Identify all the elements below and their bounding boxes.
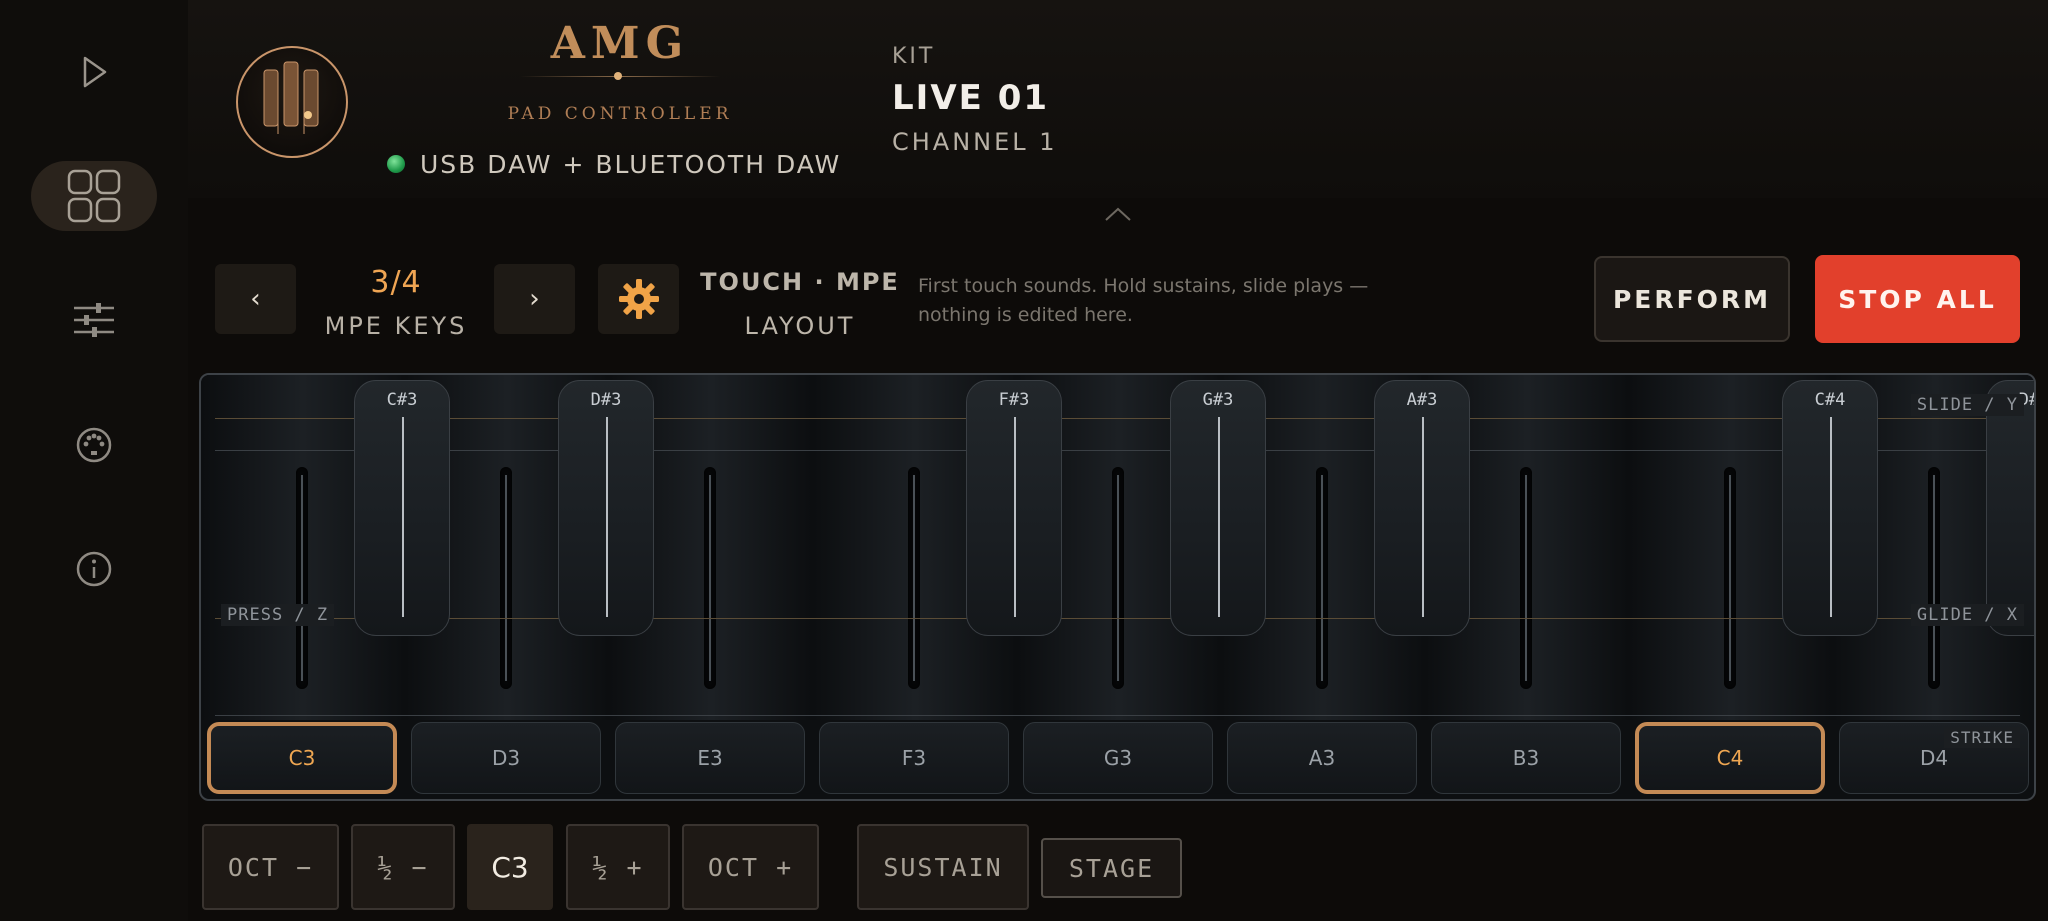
page-indicator: 3/4 <box>370 265 422 300</box>
black-key[interactable]: C#3 <box>354 380 450 636</box>
connection-status-led <box>387 155 405 173</box>
lane-slot <box>500 467 512 689</box>
play-button[interactable] <box>31 37 157 107</box>
octave-down-button[interactable]: OCT − <box>202 824 339 910</box>
black-key-label: D#3 <box>590 390 622 410</box>
lane-slot <box>1520 467 1532 689</box>
brand-name: AMG <box>550 18 690 69</box>
midi-port-icon <box>76 427 112 463</box>
chevron-up-icon <box>1105 207 1131 221</box>
stop-all-button[interactable]: STOP ALL <box>1815 255 2020 343</box>
black-key-label: F#3 <box>998 390 1030 410</box>
strike-guide-line <box>215 715 2020 716</box>
kit-name: LIVE 01 <box>892 78 1050 118</box>
midi-channel: CHANNEL 1 <box>892 128 1058 156</box>
collapse-header-button[interactable] <box>1104 206 1132 226</box>
lane-slot <box>704 467 716 689</box>
lane-slot <box>1316 467 1328 689</box>
sidebar <box>0 0 188 921</box>
black-key[interactable]: A#3 <box>1374 380 1470 636</box>
prev-label: ‹ <box>250 284 261 314</box>
slide-guide-line <box>215 418 2020 419</box>
black-key[interactable]: F#3 <box>966 380 1062 636</box>
black-key[interactable]: G#3 <box>1170 380 1266 636</box>
lane-slot <box>1928 467 1940 689</box>
press-z-label: PRESS / Z <box>221 604 335 626</box>
info-icon <box>76 551 112 587</box>
connection-status: USB DAW + BLUETOOTH DAW <box>420 150 842 179</box>
black-key-slider <box>1422 417 1424 617</box>
black-key[interactable]: C#4 <box>1782 380 1878 636</box>
white-key[interactable]: C3 <box>207 722 397 794</box>
black-key-slider <box>2034 417 2036 617</box>
lane-slot <box>1112 467 1124 689</box>
next-page-button[interactable]: › <box>494 264 575 334</box>
white-key[interactable]: D3 <box>411 722 601 794</box>
grid-view-button[interactable] <box>31 161 157 231</box>
white-key[interactable]: A3 <box>1227 722 1417 794</box>
black-key-label: G#3 <box>1202 390 1234 410</box>
mixer-button[interactable] <box>31 285 157 355</box>
sliders-icon <box>74 303 114 337</box>
white-key[interactable]: C4 <box>1635 722 1825 794</box>
black-key-slider <box>1014 417 1016 617</box>
lane-slot <box>1724 467 1736 689</box>
upper-guide-line <box>215 450 2020 451</box>
glide-x-label: GLIDE / X <box>1910 604 2024 626</box>
kit-label: KIT <box>892 44 936 69</box>
black-key-slider <box>1218 417 1220 617</box>
semitone-up-button[interactable]: ½ + <box>566 824 670 910</box>
play-icon <box>83 56 107 88</box>
prev-page-button[interactable]: ‹ <box>215 264 296 334</box>
black-key[interactable]: D#4 <box>1986 380 2036 636</box>
logo <box>236 46 348 158</box>
white-key[interactable]: G3 <box>1023 722 1213 794</box>
black-key-slider <box>402 417 404 617</box>
white-key[interactable]: E3 <box>615 722 805 794</box>
white-key[interactable]: F3 <box>819 722 1009 794</box>
black-key-slider <box>1830 417 1832 617</box>
brand-subtitle: PAD CONTROLLER <box>507 104 733 124</box>
settings-button[interactable] <box>598 264 679 334</box>
current-note: C3 <box>467 824 553 910</box>
press-guide-line <box>215 618 2020 619</box>
black-key-label: A#3 <box>1406 390 1438 410</box>
black-key-slider <box>606 417 608 617</box>
slide-y-label: SLIDE / Y <box>1910 394 2024 416</box>
piano-logo-icon <box>263 61 319 134</box>
next-label: › <box>529 284 540 314</box>
perform-button[interactable]: PERFORM <box>1594 256 1790 342</box>
layout-subtitle: LAYOUT <box>744 312 856 340</box>
black-key-label: C#4 <box>1814 390 1846 410</box>
lane-slot <box>296 467 308 689</box>
lane-slot <box>908 467 920 689</box>
layout-title: TOUCH · MPE <box>700 268 900 296</box>
octave-up-button[interactable]: OCT + <box>682 824 819 910</box>
semitone-down-button[interactable]: ½ − <box>351 824 455 910</box>
black-key[interactable]: D#3 <box>558 380 654 636</box>
info-button[interactable] <box>31 534 157 604</box>
sustain-button[interactable]: SUSTAIN <box>857 824 1029 910</box>
brand-dot <box>614 72 622 80</box>
mode-label: MPE KEYS <box>324 312 468 340</box>
black-key-label: C#3 <box>386 390 418 410</box>
white-key[interactable]: B3 <box>1431 722 1621 794</box>
gear-icon <box>618 279 659 319</box>
strike-label: STRIKE <box>1944 727 2020 748</box>
midi-button[interactable] <box>31 410 157 480</box>
mpe-keyboard[interactable]: C#3 D#3 F#3 G#3 A#3 C#4 D#4 SLIDE / Y PR… <box>199 373 2036 801</box>
grid-icon <box>67 169 121 223</box>
stage-button[interactable]: STAGE <box>1041 838 1182 898</box>
hint-text: First touch sounds. Hold sustains, slide… <box>918 275 1369 326</box>
